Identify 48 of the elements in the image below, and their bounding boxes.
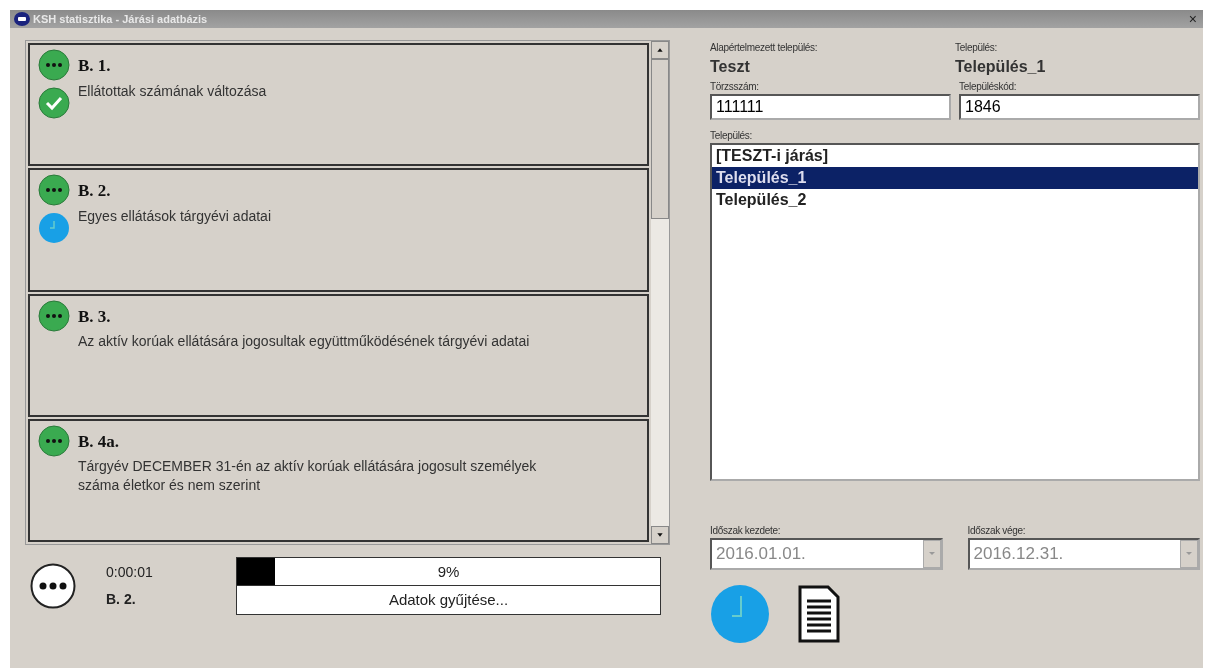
more-icon xyxy=(38,174,70,207)
default-settlement: Teszt xyxy=(710,57,751,77)
field-label: Alapértelmezett település: xyxy=(710,41,819,55)
field-label: Időszak vége: xyxy=(967,524,1027,538)
task-description: Egyes ellátások tárgyévi adatai xyxy=(78,206,271,226)
more-icon xyxy=(38,299,70,332)
current-settlement: Település_1 xyxy=(955,57,1046,77)
list-item[interactable]: Település_1 xyxy=(712,167,1198,189)
task-card[interactable]: B. 3. Az aktív korúak ellátására jogosultak együttműködésének tárgyévi adatai xyxy=(28,293,649,417)
more-icon xyxy=(38,49,70,81)
more-icon xyxy=(30,563,76,609)
task-card[interactable]: B. 1. Ellátottak számának változása xyxy=(28,43,649,167)
clock-icon xyxy=(38,212,70,245)
field-label: Településkód: xyxy=(959,80,1018,94)
status-message: Adatok gyűjtése... xyxy=(387,590,510,610)
task-code: B. 1. xyxy=(78,55,112,77)
window-title: KSH statisztika - Járási adatbázis xyxy=(33,11,208,27)
field-label: Törzsszám: xyxy=(710,80,760,94)
task-description: Tárgyév DECEMBER 31-én az aktív korúak ellátására jogosult személyek száma életkor és nem szerint xyxy=(78,457,538,496)
scroll-up-button[interactable] xyxy=(651,41,669,59)
scrollbar[interactable] xyxy=(651,41,669,544)
current-task: B. 2. xyxy=(106,590,137,609)
field-label: Időszak kezdete: xyxy=(710,524,782,538)
close-button[interactable]: × xyxy=(1186,12,1199,26)
progress-percent: 9% xyxy=(436,562,461,582)
elapsed-time: 0:00:01 xyxy=(106,563,154,582)
task-code: B. 3. xyxy=(78,305,112,328)
input-field[interactable]: 111111 xyxy=(710,94,951,120)
list-item[interactable]: Település_2 xyxy=(712,189,1198,211)
check-icon xyxy=(38,87,70,119)
input-field[interactable]: 1846 xyxy=(959,94,1200,120)
clock-icon[interactable] xyxy=(710,584,770,644)
task-code: B. 2. xyxy=(78,180,112,203)
caret-icon xyxy=(1186,552,1192,556)
scroll-thumb[interactable] xyxy=(651,59,669,219)
field-label: Település: xyxy=(710,129,754,143)
task-description: Ellátottak számának változása xyxy=(78,81,267,101)
app-icon xyxy=(14,12,30,26)
document-icon[interactable] xyxy=(798,585,840,643)
more-icon xyxy=(38,424,70,457)
task-card[interactable]: B. 4a. Tárgyév DECEMBER 31-én az aktív korúak ellátására jogosult személyek száma életkor és nem szerint xyxy=(28,418,649,542)
task-code: B. 4a. xyxy=(78,430,121,453)
task-card[interactable]: B. 2. Egyes ellátások tárgyévi adatai xyxy=(28,168,649,292)
list-item[interactable]: [TESZT-i járás] xyxy=(712,145,1198,167)
caret-icon xyxy=(928,552,935,556)
scroll-down-button[interactable] xyxy=(651,526,669,544)
field-label: Település: xyxy=(955,41,999,55)
task-description: Az aktív korúak ellátására jogosultak együttműködésének tárgyévi adatai xyxy=(78,332,530,351)
